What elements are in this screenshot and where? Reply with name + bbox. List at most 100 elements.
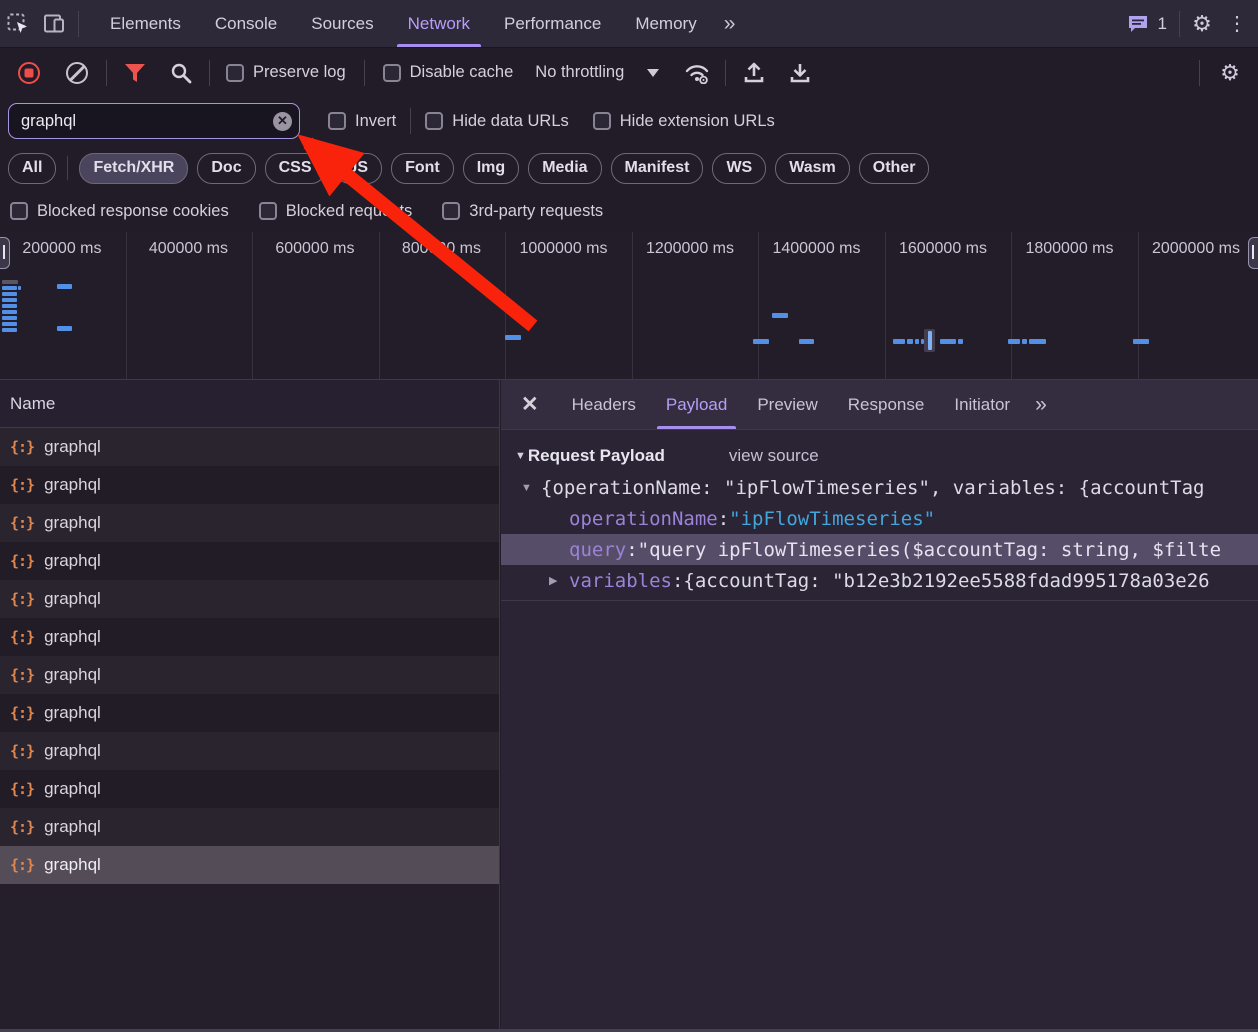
detail-tab-headers[interactable]: Headers — [557, 380, 651, 429]
more-panels-icon[interactable]: » — [714, 12, 746, 36]
request-row[interactable]: {:}graphql — [0, 580, 499, 618]
payload-line[interactable]: operationName: "ipFlowTimeseries" — [501, 503, 1258, 534]
waterfall-bar — [2, 310, 17, 314]
type-filter-wasm[interactable]: Wasm — [775, 153, 850, 184]
type-filter-manifest[interactable]: Manifest — [611, 153, 704, 184]
detail-tab-preview[interactable]: Preview — [742, 380, 832, 429]
blocked-requests-checkbox[interactable]: Blocked requests — [259, 202, 413, 221]
network-conditions-icon[interactable] — [679, 55, 715, 91]
divider — [67, 156, 68, 180]
request-row[interactable]: {:}graphql — [0, 732, 499, 770]
gear-glyph: ⚙ — [1192, 11, 1212, 37]
type-filter-all[interactable]: All — [8, 153, 56, 184]
name-column-header[interactable]: Name — [0, 380, 499, 428]
request-row[interactable]: {:}graphql — [0, 618, 499, 656]
view-source-link[interactable]: view source — [729, 446, 819, 466]
tab-console[interactable]: Console — [198, 0, 294, 47]
request-row[interactable]: {:}graphql — [0, 770, 499, 808]
clear-network-log-button[interactable] — [66, 62, 88, 84]
invert-checkbox[interactable]: Invert — [328, 112, 396, 131]
device-toolbar-icon[interactable] — [36, 6, 72, 42]
request-name: graphql — [44, 817, 101, 837]
waterfall-overview[interactable]: 200000 ms400000 ms600000 ms800000 ms1000… — [0, 232, 1258, 380]
invert-label: Invert — [355, 112, 396, 131]
request-row[interactable]: {:}graphql — [0, 694, 499, 732]
import-har-icon[interactable] — [736, 55, 772, 91]
export-har-icon[interactable] — [782, 55, 818, 91]
detail-tab-initiator[interactable]: Initiator — [939, 380, 1025, 429]
request-payload-section-toggle[interactable]: ▼ Request Payload — [515, 446, 665, 466]
hide-data-urls-checkbox[interactable]: Hide data URLs — [425, 112, 568, 131]
checkbox-box — [593, 112, 611, 130]
request-row[interactable]: {:}graphql — [0, 466, 499, 504]
request-row[interactable]: {:}graphql — [0, 542, 499, 580]
waterfall-bar — [772, 313, 788, 318]
timeline-tick: 800000 ms — [380, 232, 507, 379]
clear-filter-icon[interactable]: ✕ — [273, 112, 292, 131]
type-filter-font[interactable]: Font — [391, 153, 454, 184]
json-braces-icon: {:} — [10, 704, 34, 722]
filter-input[interactable] — [8, 103, 300, 139]
checkbox-box — [442, 202, 460, 220]
request-row[interactable]: {:}graphql — [0, 504, 499, 542]
gear-glyph: ⚙ — [1220, 60, 1240, 86]
waterfall-bar — [57, 326, 72, 331]
preserve-log-checkbox[interactable]: Preserve log — [226, 63, 346, 82]
waterfall-bar — [2, 328, 17, 332]
throttling-select[interactable]: No throttling — [535, 63, 659, 82]
close-detail-icon[interactable]: ✕ — [501, 392, 557, 417]
payload-text-segment: : — [718, 508, 729, 530]
type-filter-css[interactable]: CSS — [265, 153, 326, 184]
disable-cache-checkbox[interactable]: Disable cache — [383, 63, 514, 82]
waterfall-bar — [940, 339, 956, 344]
inspect-element-icon[interactable] — [0, 6, 36, 42]
record-network-log-button[interactable] — [18, 62, 40, 84]
preserve-log-label: Preserve log — [253, 63, 346, 82]
request-row[interactable]: {:}graphql — [0, 428, 499, 466]
type-filter-fetch-xhr[interactable]: Fetch/XHR — [79, 153, 188, 184]
divider — [725, 60, 726, 86]
issues-message-icon[interactable] — [1124, 6, 1152, 42]
search-icon[interactable] — [163, 55, 199, 91]
json-braces-icon: {:} — [10, 514, 34, 532]
overview-left-handle[interactable] — [0, 237, 10, 269]
blocked-response-cookies-checkbox[interactable]: Blocked response cookies — [10, 202, 229, 221]
payload-text-segment: "query ipFlowTimeseries($accountTag: str… — [638, 539, 1221, 561]
disclosure-open-icon[interactable]: ▼ — [521, 482, 541, 494]
request-row[interactable]: {:}graphql — [0, 808, 499, 846]
disable-cache-label: Disable cache — [410, 63, 514, 82]
more-detail-tabs-icon[interactable]: » — [1025, 393, 1057, 417]
disclosure-closed-icon[interactable]: ▶ — [549, 574, 569, 587]
tab-performance[interactable]: Performance — [487, 0, 618, 47]
hide-extension-urls-checkbox[interactable]: Hide extension URLs — [593, 112, 775, 131]
payload-line[interactable]: query: "query ipFlowTimeseries($accountT… — [501, 534, 1258, 565]
detail-tab-payload[interactable]: Payload — [651, 380, 742, 429]
request-name: graphql — [44, 741, 101, 761]
settings-gear-icon[interactable]: ⚙ — [1184, 6, 1220, 42]
type-filter-ws[interactable]: WS — [712, 153, 766, 184]
network-settings-gear-icon[interactable]: ⚙ — [1212, 55, 1248, 91]
type-filter-img[interactable]: Img — [463, 153, 519, 184]
tab-network[interactable]: Network — [391, 0, 487, 47]
type-filter-js[interactable]: JS — [335, 153, 383, 184]
overview-right-handle[interactable] — [1248, 237, 1258, 269]
tab-elements[interactable]: Elements — [93, 0, 198, 47]
payload-line[interactable]: ▼{operationName: "ipFlowTimeseries", var… — [501, 472, 1258, 503]
payload-text-segment: {accountTag: "b12e3b2192ee5588fdad995178… — [683, 570, 1209, 592]
type-filter-media[interactable]: Media — [528, 153, 601, 184]
detail-tab-response[interactable]: Response — [833, 380, 940, 429]
type-filter-other[interactable]: Other — [859, 153, 930, 184]
json-braces-icon: {:} — [10, 856, 34, 874]
payload-line[interactable]: ▶variables: {accountTag: "b12e3b2192ee55… — [501, 565, 1258, 596]
waterfall-bar — [958, 339, 963, 344]
tab-memory[interactable]: Memory — [618, 0, 713, 47]
tab-sources[interactable]: Sources — [294, 0, 390, 47]
third-party-requests-checkbox[interactable]: 3rd-party requests — [442, 202, 603, 221]
request-row[interactable]: {:}graphql — [0, 846, 499, 884]
issues-count[interactable]: 1 — [1158, 14, 1167, 34]
kebab-menu-icon[interactable]: ⋮ — [1224, 6, 1250, 42]
filter-funnel-icon[interactable] — [117, 55, 153, 91]
type-filter-doc[interactable]: Doc — [197, 153, 255, 184]
request-row[interactable]: {:}graphql — [0, 656, 499, 694]
checkbox-box — [425, 112, 443, 130]
